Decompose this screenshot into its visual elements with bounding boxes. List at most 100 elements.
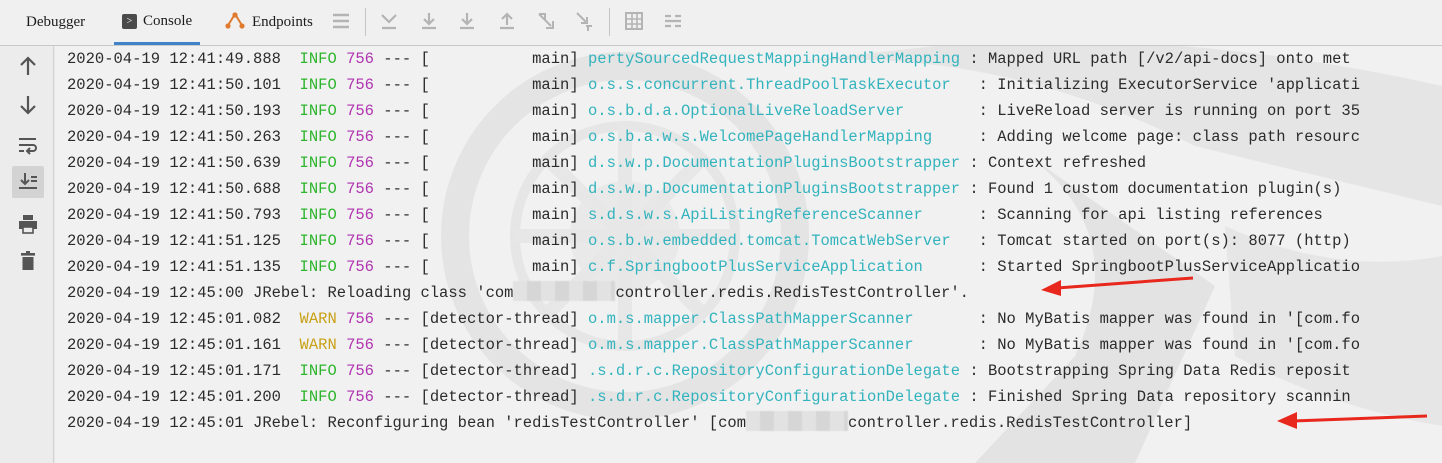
log-separator: --- [383, 388, 412, 406]
log-level: WARN [299, 310, 337, 328]
log-logger: .s.d.r.c.RepositoryConfigurationDelegate [587, 388, 961, 406]
log-logger: o.m.s.mapper.ClassPathMapperScanner [587, 310, 970, 328]
tab-console[interactable]: > Console [114, 0, 201, 45]
log-level: INFO [299, 154, 337, 172]
log-separator: --- [383, 336, 412, 354]
log-level: INFO [299, 362, 337, 380]
log-separator: --- [383, 258, 412, 276]
log-text: 2020-04-19 12:45:00 JRebel: Reloading cl… [67, 284, 514, 302]
print-icon[interactable] [12, 208, 44, 240]
log-separator: --- [383, 154, 412, 172]
log-level: INFO [299, 232, 337, 250]
log-level: INFO [299, 388, 337, 406]
log-thread: [ main] [420, 258, 579, 276]
trace-current-stream-icon[interactable] [662, 10, 684, 32]
log-line: 2020-04-19 12:41:50.793 INFO 756 --- [ m… [67, 202, 1442, 228]
arrow-up-icon[interactable] [12, 50, 44, 82]
console-icon: > [122, 13, 137, 29]
log-timestamp: 2020-04-19 12:41:49.888 [67, 50, 281, 68]
log-message: : Tomcat started on port(s): 8077 (http) [978, 232, 1351, 250]
log-message: : Finished Spring Data repository scanni… [969, 388, 1351, 406]
show-execution-point-icon[interactable] [378, 10, 400, 32]
log-logger: c.f.SpringbootPlusServiceApplication [587, 258, 970, 276]
log-timestamp: 2020-04-19 12:41:50.639 [67, 154, 281, 172]
tab-label: Endpoints [252, 14, 313, 30]
evaluate-expression-icon[interactable] [623, 10, 645, 32]
step-over-icon[interactable] [418, 10, 440, 32]
log-line: 2020-04-19 12:41:50.101 INFO 756 --- [ m… [67, 72, 1442, 98]
log-pid: 756 [346, 50, 374, 68]
log-logger: d.s.w.p.DocumentationPluginsBootstrapper [587, 154, 961, 172]
log-thread: [ main] [420, 232, 579, 250]
log-pid: 756 [346, 76, 374, 94]
log-logger: s.d.s.w.s.ApiListingReferenceScanner [587, 206, 970, 224]
log-line: 2020-04-19 12:45:01.161 WARN 756 --- [de… [67, 332, 1442, 358]
log-message: : Bootstrapping Spring Data Redis reposi… [969, 362, 1351, 380]
log-thread: [ main] [420, 206, 579, 224]
log-line: 2020-04-19 12:45:00 JRebel: Reloading cl… [67, 280, 1442, 306]
log-line: 2020-04-19 12:41:50.263 INFO 756 --- [ m… [67, 124, 1442, 150]
log-pid: 756 [346, 128, 374, 146]
log-logger: o.s.b.a.w.s.WelcomePageHandlerMapping [587, 128, 970, 146]
log-pid: 756 [346, 336, 374, 354]
tab-label: Debugger [26, 14, 86, 30]
log-logger: d.s.w.p.DocumentationPluginsBootstrapper [587, 180, 961, 198]
log-level: INFO [299, 102, 337, 120]
log-thread: [ main] [420, 76, 579, 94]
scroll-to-end-icon[interactable] [12, 166, 44, 198]
tab-endpoints[interactable]: Endpoints [224, 0, 313, 45]
step-into-icon[interactable] [456, 10, 478, 32]
log-line: 2020-04-19 12:45:01.171 INFO 756 --- [de… [67, 358, 1442, 384]
log-text: 2020-04-19 12:45:01 JRebel: Reconfigurin… [67, 414, 747, 432]
log-message: : Scanning for api listing references [978, 206, 1323, 224]
tool-window-header: Debugger > Console Endpoints [0, 0, 1442, 46]
log-level: INFO [299, 206, 337, 224]
tab-debugger[interactable]: Debugger [26, 0, 85, 45]
force-step-into-icon[interactable] [496, 10, 518, 32]
log-message: : Mapped URL path [/v2/api-docs] onto me… [969, 50, 1351, 68]
log-timestamp: 2020-04-19 12:41:50.193 [67, 102, 281, 120]
log-separator: --- [383, 180, 412, 198]
log-message: : Started SpringbootPlusServiceApplicati… [978, 258, 1361, 276]
log-thread: [detector-thread] [420, 336, 579, 354]
log-pid: 756 [346, 388, 374, 406]
log-timestamp: 2020-04-19 12:41:50.101 [67, 76, 281, 94]
soft-wrap-icon[interactable] [12, 130, 44, 162]
log-line: 2020-04-19 12:45:01 JRebel: Reconfigurin… [67, 410, 1442, 436]
log-level: WARN [299, 336, 337, 354]
log-logger: o.s.s.concurrent.ThreadPoolTaskExecutor [587, 76, 970, 94]
log-separator: --- [383, 310, 412, 328]
arrow-down-icon[interactable] [12, 89, 44, 121]
log-thread: [ main] [420, 102, 579, 120]
log-logger: o.m.s.mapper.ClassPathMapperScanner [587, 336, 970, 354]
log-separator: --- [383, 76, 412, 94]
log-thread: [ main] [420, 154, 579, 172]
log-line: 2020-04-19 12:41:50.639 INFO 756 --- [ m… [67, 150, 1442, 176]
console-output[interactable]: 2020-04-19 12:41:49.888 INFO 756 --- [ m… [55, 46, 1442, 463]
log-level: INFO [299, 258, 337, 276]
endpoints-icon [224, 9, 246, 36]
trash-icon[interactable] [12, 245, 44, 277]
log-line: 2020-04-19 12:45:01.200 INFO 756 --- [de… [67, 384, 1442, 410]
log-timestamp: 2020-04-19 12:45:01.082 [67, 310, 281, 328]
log-timestamp: 2020-04-19 12:41:51.135 [67, 258, 281, 276]
log-message: : Found 1 custom documentation plugin(s) [969, 180, 1342, 198]
log-separator: --- [383, 206, 412, 224]
console-side-toolbar [0, 46, 54, 463]
log-separator: --- [383, 50, 412, 68]
log-message: : Initializing ExecutorService 'applicat… [978, 76, 1361, 94]
log-pid: 756 [346, 102, 374, 120]
tab-label: Console [143, 12, 193, 29]
run-to-cursor-icon[interactable] [574, 10, 596, 32]
log-timestamp: 2020-04-19 12:41:50.793 [67, 206, 281, 224]
log-separator: --- [383, 128, 412, 146]
log-message: : LiveReload server is running on port 3… [978, 102, 1361, 120]
step-out-icon[interactable] [535, 10, 557, 32]
menu-lines-icon[interactable] [330, 10, 352, 32]
log-message: : No MyBatis mapper was found in '[com.f… [978, 310, 1361, 328]
log-separator: --- [383, 362, 412, 380]
log-message: : No MyBatis mapper was found in '[com.f… [978, 336, 1361, 354]
log-thread: [ main] [420, 128, 579, 146]
log-line: 2020-04-19 12:41:50.688 INFO 756 --- [ m… [67, 176, 1442, 202]
log-pid: 756 [346, 206, 374, 224]
